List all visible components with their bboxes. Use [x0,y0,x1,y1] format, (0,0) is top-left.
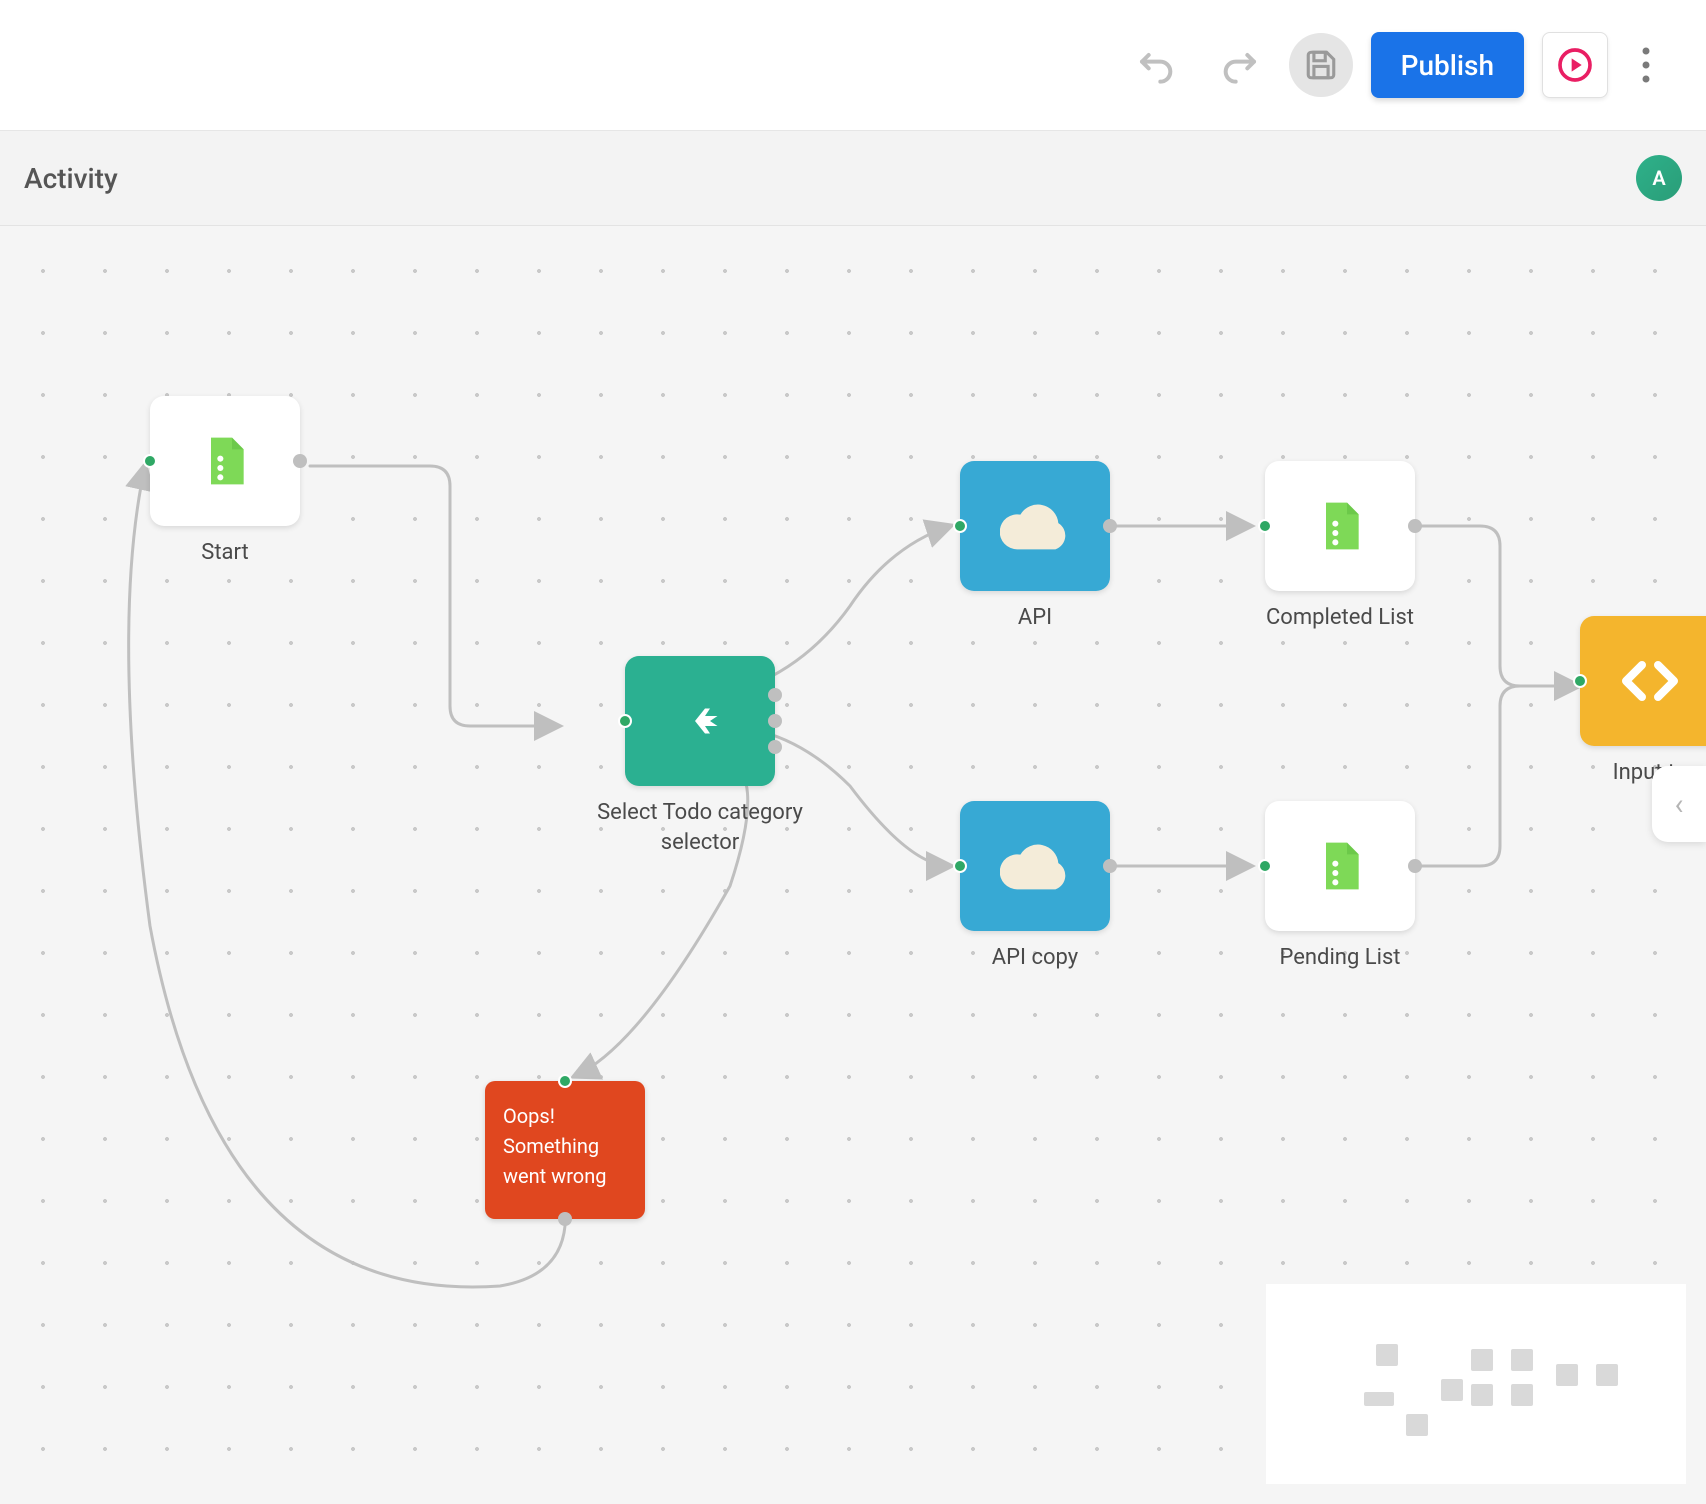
node-error-text: Oops! Something went wrong [503,1104,606,1188]
node-api-copy[interactable]: API copy [960,801,1110,973]
document-icon [197,433,253,489]
node-pending-label: Pending List [1279,943,1400,973]
node-inputto[interactable]: Input to [1580,616,1706,788]
undo-button[interactable] [1125,33,1189,97]
port-start-out[interactable] [293,454,307,468]
node-start-label: Start [201,538,248,568]
port-error-out[interactable] [558,1212,572,1226]
node-api-copy-label: API copy [992,943,1078,973]
port-completed-in[interactable] [1258,519,1272,533]
node-api[interactable]: API [960,461,1110,633]
avatar[interactable]: A [1636,155,1682,201]
port-api-out[interactable] [1103,519,1117,533]
port-selector-in[interactable] [618,714,632,728]
node-api-label: API [1018,603,1052,633]
avatar-letter: A [1652,166,1665,190]
cloud-icon [1000,841,1070,891]
node-pending-box[interactable] [1265,801,1415,931]
port-inputto-in[interactable] [1573,674,1587,688]
node-inputto-box[interactable] [1580,616,1706,746]
node-completed-label: Completed List [1266,603,1414,633]
node-selector-label: Select Todo category selector [570,798,830,857]
node-api-box[interactable] [960,461,1110,591]
code-icon [1618,649,1682,713]
node-api-copy-box[interactable] [960,801,1110,931]
branch-icon [670,691,730,751]
port-api-in[interactable] [953,519,967,533]
node-completed[interactable]: Completed List [1265,461,1415,633]
chevron-left-icon: ‹ [1674,787,1683,822]
document-icon [1312,838,1368,894]
port-error-in[interactable] [558,1074,572,1088]
activity-header: Activity A [0,130,1706,226]
port-pending-out[interactable] [1408,859,1422,873]
more-menu-button[interactable] [1626,33,1666,97]
port-apicopy-in[interactable] [953,859,967,873]
top-toolbar: Publish [0,0,1706,130]
port-selector-out3[interactable] [768,740,782,754]
node-start[interactable]: Start [150,396,300,568]
port-selector-out1[interactable] [768,688,782,702]
port-selector-out2[interactable] [768,714,782,728]
publish-label: Publish [1401,49,1494,82]
node-error[interactable]: Oops! Something went wrong [485,1081,645,1219]
minimap[interactable] [1266,1284,1686,1484]
publish-button[interactable]: Publish [1371,32,1524,98]
node-pending[interactable]: Pending List [1265,801,1415,973]
node-completed-box[interactable] [1265,461,1415,591]
port-apicopy-out[interactable] [1103,859,1117,873]
document-icon [1312,498,1368,554]
cloud-icon [1000,501,1070,551]
page-title: Activity [24,162,118,195]
node-selector-box[interactable] [625,656,775,786]
port-pending-in[interactable] [1258,859,1272,873]
save-button[interactable] [1289,33,1353,97]
node-selector[interactable]: Select Todo category selector [570,656,830,857]
port-completed-out[interactable] [1408,519,1422,533]
run-button[interactable] [1542,32,1608,98]
port-start-in[interactable] [143,454,157,468]
redo-button[interactable] [1207,33,1271,97]
flow-canvas[interactable]: Start Select Todo category selector API … [0,226,1706,1504]
node-start-box[interactable] [150,396,300,526]
side-panel-toggle[interactable]: ‹ [1652,766,1706,842]
